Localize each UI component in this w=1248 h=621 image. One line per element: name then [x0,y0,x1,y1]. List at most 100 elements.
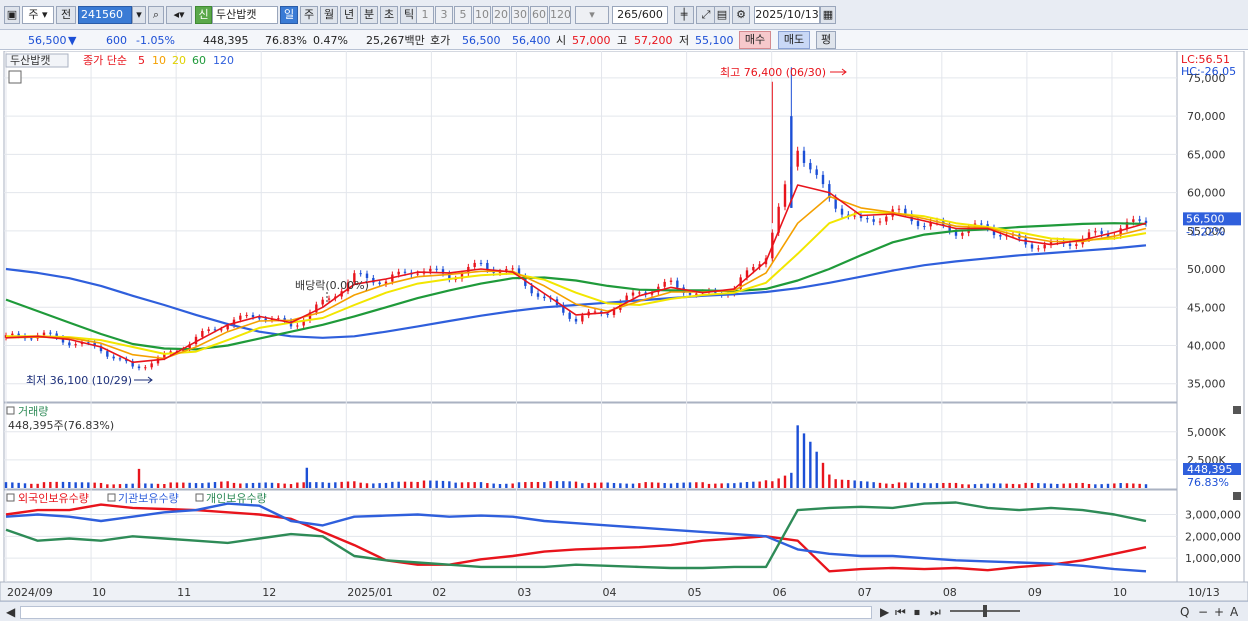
candle-body [815,169,818,175]
period-tab-5[interactable]: 초 [380,6,398,24]
candle-body [612,309,616,315]
candle-body [245,315,248,317]
volume-bar [23,483,27,488]
stop-icon[interactable]: ⏹ [914,605,920,619]
period-tab-1[interactable]: 주 [300,6,318,24]
candle-body [872,219,875,222]
font-size-icon[interactable]: A [1230,605,1238,619]
table-icon[interactable] [8,70,22,84]
tick-option-3[interactable]: 3 [435,6,453,24]
stock-code-input[interactable]: 241560 [78,6,132,24]
period-type-select[interactable]: 주 ▾ [22,6,54,24]
tick-option-5[interactable]: 5 [454,6,472,24]
calendar-icon[interactable]: ▦ [820,6,836,24]
candle-body [663,281,666,287]
tick-option-120[interactable]: 120 [549,6,571,24]
volume-panel-icon[interactable] [6,406,15,415]
volume-bar [1075,483,1078,488]
prefix-button[interactable]: 전 [56,6,76,24]
scrollbar-track[interactable] [20,606,872,619]
candle-body [150,363,153,368]
speaker-icon[interactable]: ◂▾ [166,6,192,24]
tick-option-20[interactable]: 20 [492,6,510,24]
candle-body [1100,231,1103,234]
holdings-close-icon[interactable] [1233,492,1241,500]
volume-bar [764,480,768,488]
period-tab-4[interactable]: 분 [360,6,378,24]
draw-tool-icon[interactable]: ⤢ [696,6,716,24]
volume-bar [1100,484,1103,488]
candle-body [802,150,806,163]
tick-option-30[interactable]: 30 [511,6,529,24]
toolbar: ▣ 주 ▾ 전 241560 ▾ ⌕ ◂▾ 신 두산밥캣 일주월년분초틱 135… [0,0,1248,30]
volume-bar [859,481,863,488]
volume-bar [1056,483,1059,488]
candle-body [112,356,115,359]
bid-price: 56,400 [512,34,551,47]
save-icon[interactable]: ▤ [714,6,730,24]
volume-bar [910,482,913,488]
candle-body [42,332,46,336]
candle-body [378,282,381,284]
turnover-rate: 0.47% [313,34,348,47]
volume-info: 448,395주(76.83%) [8,419,114,432]
layout-icon[interactable]: ▣ [4,6,20,24]
gear-icon[interactable]: ⚙ [732,6,750,24]
candle-body [397,271,400,275]
holdings-tick-label: 3,000,000 [1185,508,1241,521]
rewind-icon[interactable]: ⏮ [895,605,906,619]
candle-body [365,273,369,278]
date-field[interactable]: 2025/10/13 [754,6,820,24]
zoom-handle[interactable] [983,605,987,617]
candle-body [676,280,679,288]
candle-body [118,358,122,360]
period-tab-3[interactable]: 년 [340,6,358,24]
candle-body [568,312,571,319]
tick-option-10[interactable]: 10 [473,6,491,24]
volume-bar [454,482,457,488]
scroll-right-icon[interactable]: ▶ [880,605,889,619]
zoom-in-icon[interactable]: + [1214,605,1224,619]
sell-button[interactable]: 매도 [778,31,810,49]
volume-bar [365,483,369,488]
tick-option-60[interactable]: 60 [530,6,548,24]
candle-body [695,293,698,295]
volume-close-icon[interactable] [1233,406,1241,414]
candle-body [631,292,635,296]
candle-type-icon[interactable]: ╪ [674,6,694,24]
count-total: /600 [638,8,663,21]
scroll-left-icon[interactable]: ◀ [6,605,15,619]
zoom-search-icon[interactable]: Q [1180,605,1189,619]
time-tick-label: 02 [432,586,446,599]
candle-body [638,292,641,294]
volume-panel [3,402,1178,490]
price-tick-label: 65,000 [1187,148,1226,161]
time-tick-label: 12 [262,586,276,599]
search-icon[interactable]: ⌕ [148,6,164,24]
zoom-out-icon[interactable]: − [1198,605,1208,619]
avg-button[interactable]: 평 [816,31,836,49]
candle-body [429,268,432,272]
volume-bar [334,482,337,488]
holdings-panel-icon[interactable] [6,493,15,502]
tick-option-1[interactable]: 1 [416,6,434,24]
volume-bar [1106,483,1110,488]
count-field[interactable]: 265/600 [612,6,668,24]
candle-body [999,235,1002,237]
candle-body [866,218,869,220]
volume-value: 448,395 [203,34,249,47]
volume-bar [828,474,831,488]
volume-bar [410,481,413,488]
forward-icon[interactable]: ⏭ [930,605,941,619]
volume-bar [296,482,299,488]
period-tab-2[interactable]: 월 [320,6,338,24]
buy-button[interactable]: 매수 [739,31,771,49]
stock-name[interactable]: 두산밥캣 [212,6,278,24]
low-price: 55,100 [695,34,734,47]
code-dropdown-icon[interactable]: ▾ [132,6,146,24]
volume-bar [1132,483,1135,488]
period-tab-0[interactable]: 일 [280,6,298,24]
dividend-annotation: 배당락(0.00%) [295,279,369,292]
tick-dropdown[interactable]: ▾ [575,6,609,24]
candle-body [1037,248,1040,250]
